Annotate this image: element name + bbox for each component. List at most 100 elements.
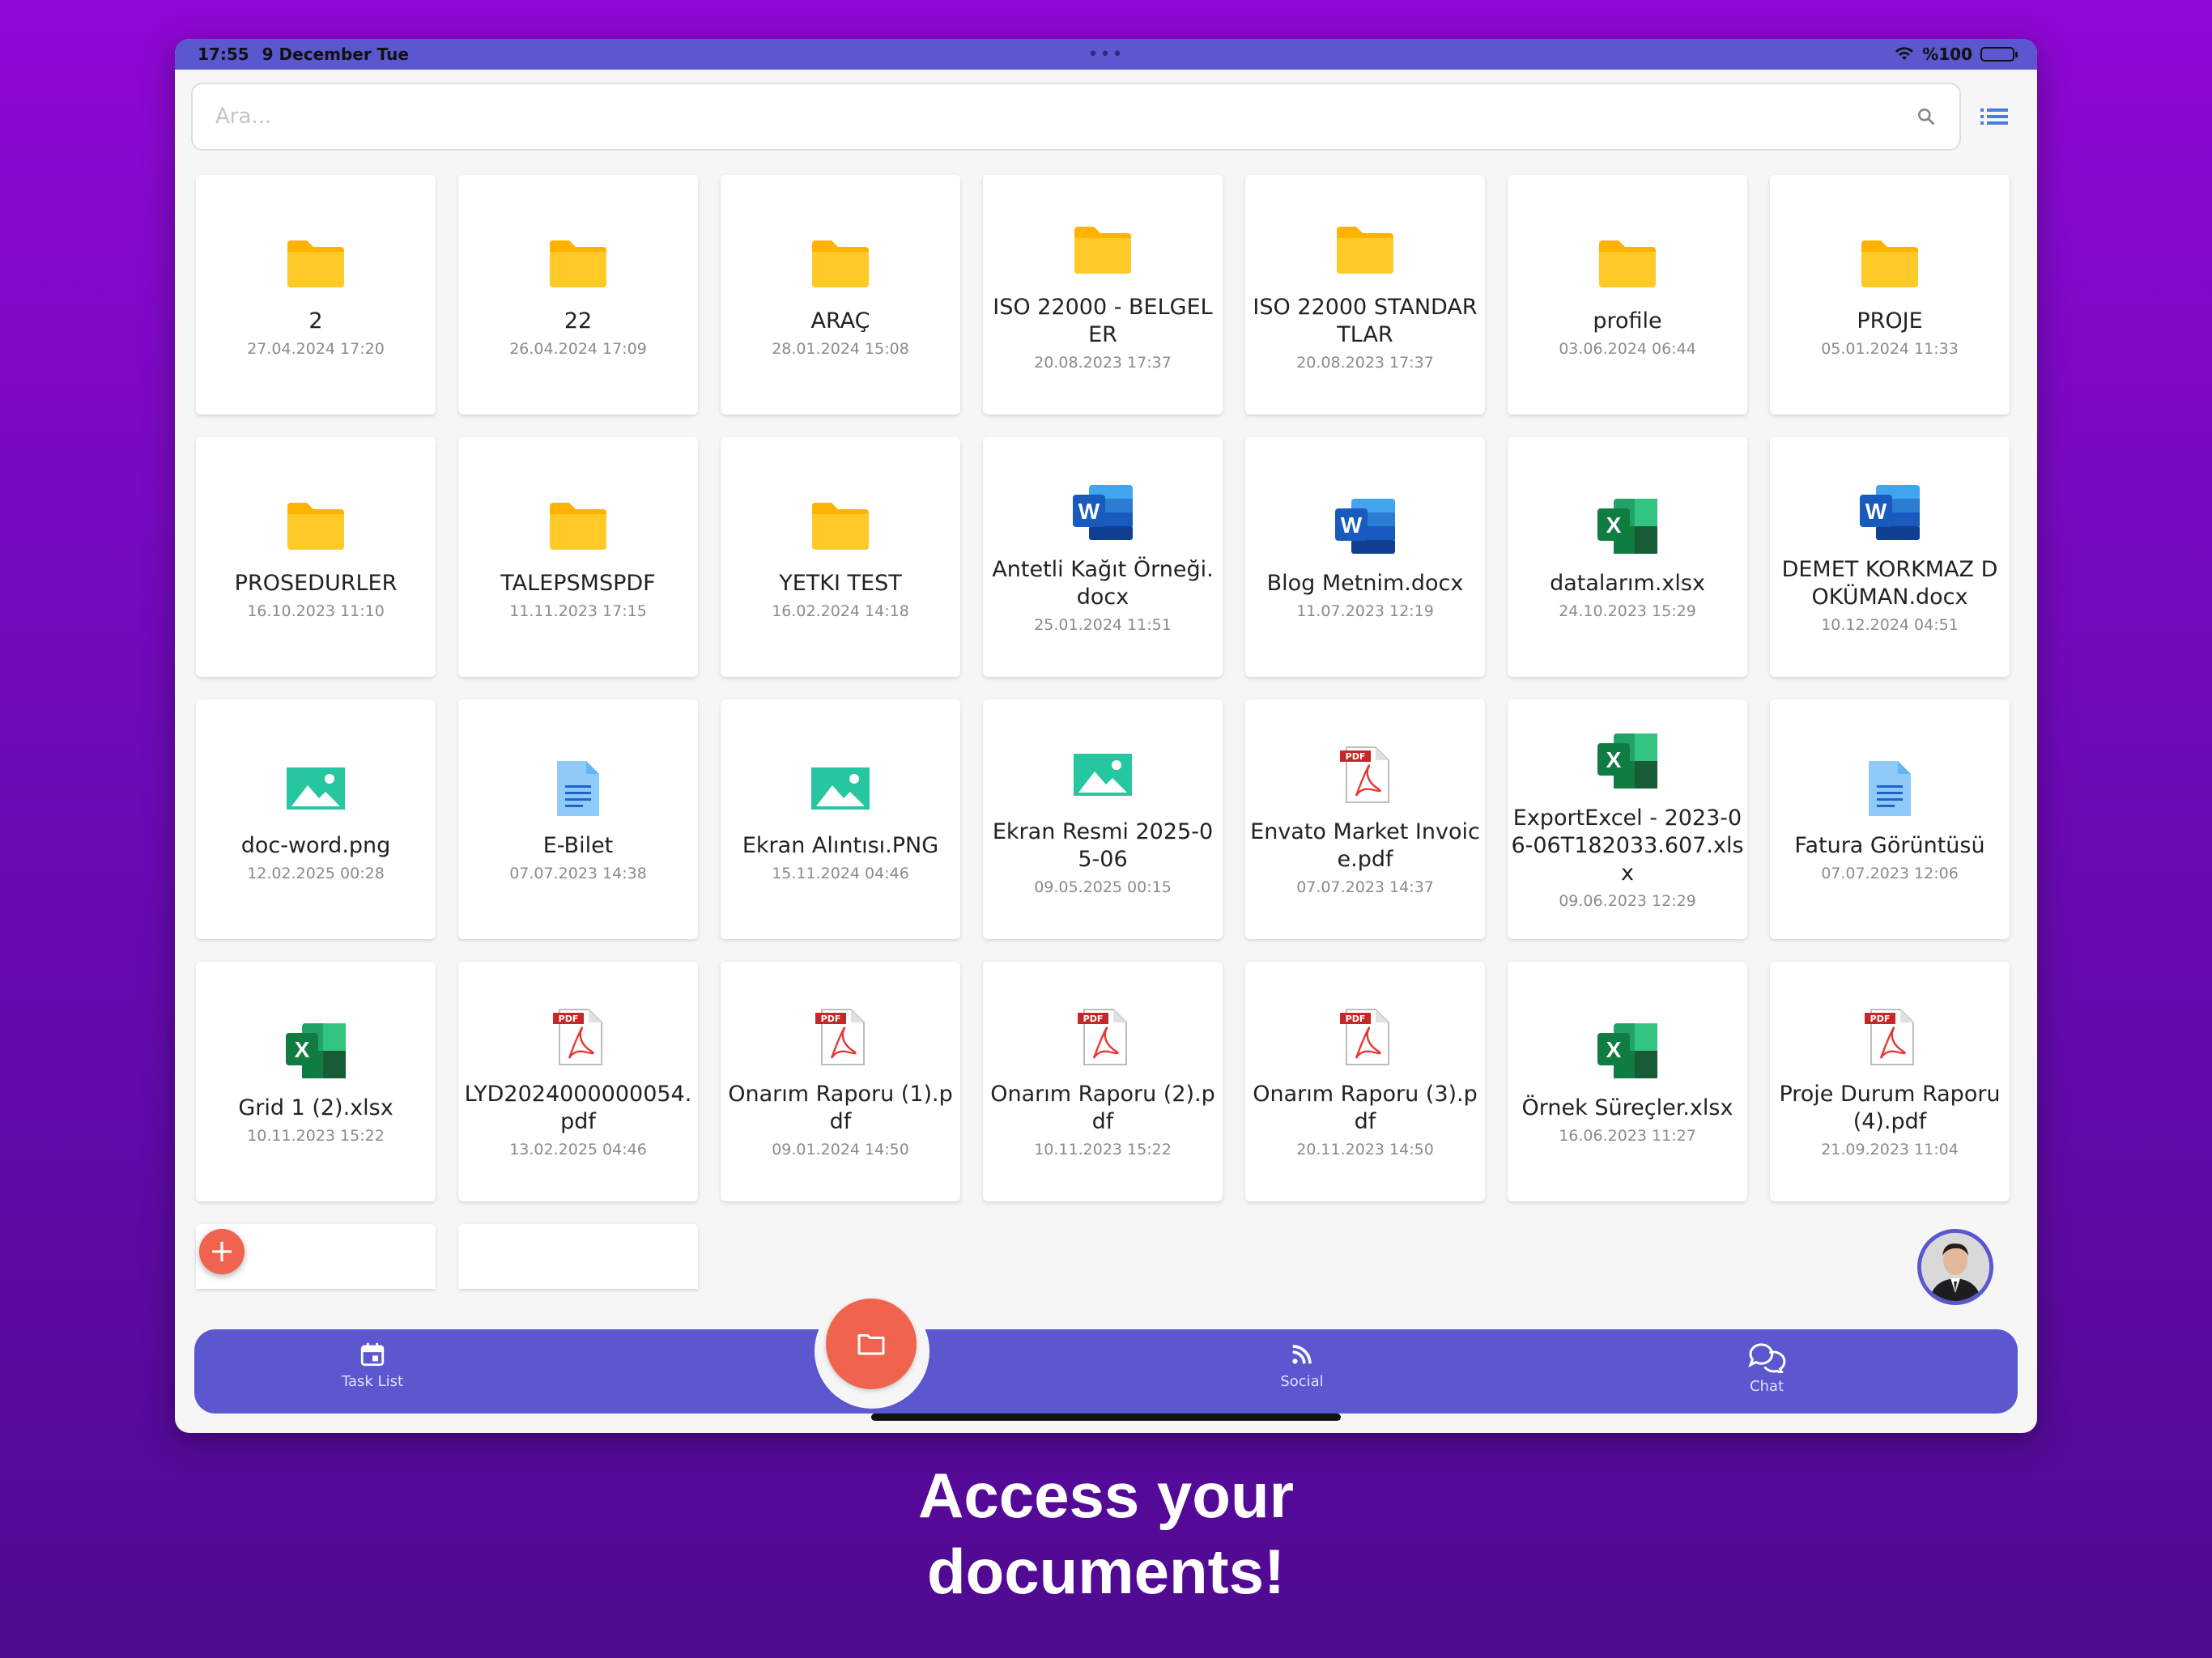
file-name: Grid 1 (2).xlsx <box>238 1095 393 1120</box>
file-date: 20.11.2023 14:50 <box>1296 1141 1434 1158</box>
file-date: 16.06.2023 11:27 <box>1559 1127 1696 1145</box>
pdf-file-icon: PDF <box>1857 1005 1922 1069</box>
file-name: doc-word.png <box>240 833 391 858</box>
promo-line-1: Access your <box>918 1460 1294 1531</box>
file-card[interactable]: PROJE 05.01.2024 11:33 <box>1770 175 2010 414</box>
nav-task-list[interactable]: Task List <box>316 1341 429 1390</box>
file-card[interactable]: PDF Onarım Raporu (1).pdf 09.01.2024 14:50 <box>721 962 960 1201</box>
file-card[interactable]: Ekran Alıntısı.PNG 15.11.2024 04:46 <box>721 699 960 939</box>
svg-text:PDF: PDF <box>1870 1014 1891 1024</box>
file-card[interactable]: Fatura Görüntüsü 07.07.2023 12:06 <box>1770 699 2010 939</box>
file-date: 21.09.2023 11:04 <box>1821 1141 1959 1158</box>
folder-icon <box>283 232 348 296</box>
list-view-toggle[interactable] <box>1967 83 2021 151</box>
search-row <box>191 83 2021 151</box>
file-card[interactable]: 22 26.04.2024 17:09 <box>458 175 698 414</box>
pdf-file-icon: PDF <box>1333 742 1397 807</box>
documents-fab[interactable] <box>826 1299 917 1389</box>
folder-outline-icon <box>857 1334 885 1355</box>
image-file-icon <box>283 756 348 821</box>
file-date: 09.06.2023 12:29 <box>1559 892 1696 910</box>
svg-text:X: X <box>1606 512 1622 538</box>
file-card[interactable]: PROSEDURLER 16.10.2023 11:10 <box>196 437 436 677</box>
nav-social-label: Social <box>1280 1373 1324 1390</box>
file-card[interactable]: X Örnek Süreçler.xlsx 16.06.2023 11:27 <box>1508 962 1747 1201</box>
rss-icon <box>1292 1345 1312 1364</box>
file-date: 12.02.2025 00:28 <box>247 865 385 882</box>
svg-text:PDF: PDF <box>821 1014 841 1024</box>
nav-chat[interactable]: Chat <box>1710 1341 1823 1395</box>
file-date: 20.08.2023 17:37 <box>1034 354 1172 372</box>
file-card[interactable]: ARAÇ 28.01.2024 15:08 <box>721 175 960 414</box>
file-card[interactable]: ISO 22000 - BELGELER 20.08.2023 17:37 <box>983 175 1223 414</box>
file-date: 24.10.2023 15:29 <box>1559 602 1696 620</box>
folder-icon <box>1070 218 1135 283</box>
nav-social[interactable]: Social <box>1245 1341 1359 1390</box>
folder-icon <box>808 232 873 296</box>
svg-text:PDF: PDF <box>559 1014 579 1024</box>
file-name: 2 <box>308 308 323 334</box>
avatar-image <box>1921 1233 1989 1301</box>
folder-icon <box>808 494 873 559</box>
pdf-file-icon: PDF <box>546 1005 610 1069</box>
file-card[interactable]: Xdatalarım.xlsx 24.10.2023 15:29 <box>1508 437 1747 677</box>
file-name: Ekran Resmi 2025-05-06 <box>992 819 1214 872</box>
search-box[interactable] <box>191 83 1961 151</box>
status-date: 9 December Tue <box>262 45 409 64</box>
file-card[interactable]: ISO 22000 STANDARTLAR 20.08.2023 17:37 <box>1245 175 1485 414</box>
app-window: 17:55 9 December Tue ••• %100 2 27.04.202… <box>175 39 2037 1433</box>
svg-text:W: W <box>1341 512 1363 538</box>
file-card[interactable]: PDF LYD2024000000054.pdf 13.02.2025 04:46 <box>458 962 698 1201</box>
file-name: datalarım.xlsx <box>1550 571 1705 596</box>
promo-caption: Access your documents! <box>0 1457 2212 1609</box>
file-name: Onarım Raporu (2).pdf <box>990 1082 1215 1134</box>
file-name: ISO 22000 - BELGELER <box>993 295 1213 347</box>
user-avatar[interactable] <box>1917 1229 1993 1305</box>
file-card[interactable]: E-Bilet 07.07.2023 14:38 <box>458 699 698 939</box>
file-card[interactable]: X ExportExcel - 2023-06-06T182033.607.xls… <box>1508 699 1747 939</box>
battery-icon <box>1980 47 2018 62</box>
file-card[interactable]: 2 27.04.2024 17:20 <box>196 175 436 414</box>
search-input[interactable] <box>215 104 1916 129</box>
multitask-dots-icon[interactable]: ••• <box>1088 45 1125 65</box>
file-card[interactable]: profile 03.06.2024 06:44 <box>1508 175 1747 414</box>
status-time: 17:55 <box>198 45 249 64</box>
file-name: Örnek Süreçler.xlsx <box>1521 1095 1733 1120</box>
file-card-partial[interactable] <box>458 1224 698 1289</box>
file-date: 11.11.2023 17:15 <box>509 602 647 620</box>
file-grid: 2 27.04.2024 17:20 22 26.04.2024 17:09 ARAÇ 2… <box>196 175 2018 1201</box>
list-view-icon[interactable] <box>1980 106 2008 127</box>
file-name: Onarım Raporu (3).pdf <box>1253 1082 1478 1134</box>
file-card[interactable]: W DEMET KORKMAZ DOKÜMAN.docx 10.12.2024 04… <box>1770 437 2010 677</box>
image-file-icon <box>1070 742 1135 807</box>
file-date: 07.07.2023 14:37 <box>1296 878 1434 896</box>
svg-text:X: X <box>295 1037 310 1062</box>
file-date: 26.04.2024 17:09 <box>509 340 647 358</box>
file-card[interactable]: Ekran Resmi 2025-05-06 09.05.2025 00:15 <box>983 699 1223 939</box>
file-date: 27.04.2024 17:20 <box>247 340 385 358</box>
file-card[interactable]: PDF Envato Market Invoice.pdf 07.07.2023 1… <box>1245 699 1485 939</box>
file-card[interactable]: PDF Onarım Raporu (3).pdf 20.11.2023 14:50 <box>1245 962 1485 1201</box>
search-icon[interactable] <box>1916 106 1937 127</box>
file-name: Blog Metnim.docx <box>1266 571 1464 596</box>
image-file-icon <box>808 756 873 821</box>
excel-file-icon: X <box>283 1018 348 1083</box>
folder-icon <box>546 232 610 296</box>
file-date: 28.01.2024 15:08 <box>772 340 909 358</box>
file-card[interactable]: W Blog Metnim.docx 11.07.2023 12:19 <box>1245 437 1485 677</box>
file-date: 25.01.2024 11:51 <box>1034 616 1172 634</box>
file-date: 07.07.2023 12:06 <box>1821 865 1959 882</box>
file-card[interactable]: TALEPSMSPDF 11.11.2023 17:15 <box>458 437 698 677</box>
file-card[interactable]: PDF Proje Durum Raporu (4).pdf 21.09.2023 … <box>1770 962 2010 1201</box>
add-button[interactable]: + <box>199 1229 245 1274</box>
file-name: YETKI TEST <box>779 571 902 596</box>
file-name: DEMET KORKMAZ DOKÜMAN.docx <box>1781 557 1998 610</box>
file-card[interactable]: PDF Onarım Raporu (2).pdf 10.11.2023 15:22 <box>983 962 1223 1201</box>
file-card[interactable]: W Antetli Kağıt Örneği.docx 25.01.2024 11:… <box>983 437 1223 677</box>
folder-icon <box>1857 232 1922 296</box>
file-card[interactable]: X Grid 1 (2).xlsx 10.11.2023 15:22 <box>196 962 436 1201</box>
calendar-icon <box>360 1342 385 1367</box>
file-card[interactable]: doc-word.png 12.02.2025 00:28 <box>196 699 436 939</box>
file-card[interactable]: YETKI TEST 16.02.2024 14:18 <box>721 437 960 677</box>
folder-icon <box>283 494 348 559</box>
